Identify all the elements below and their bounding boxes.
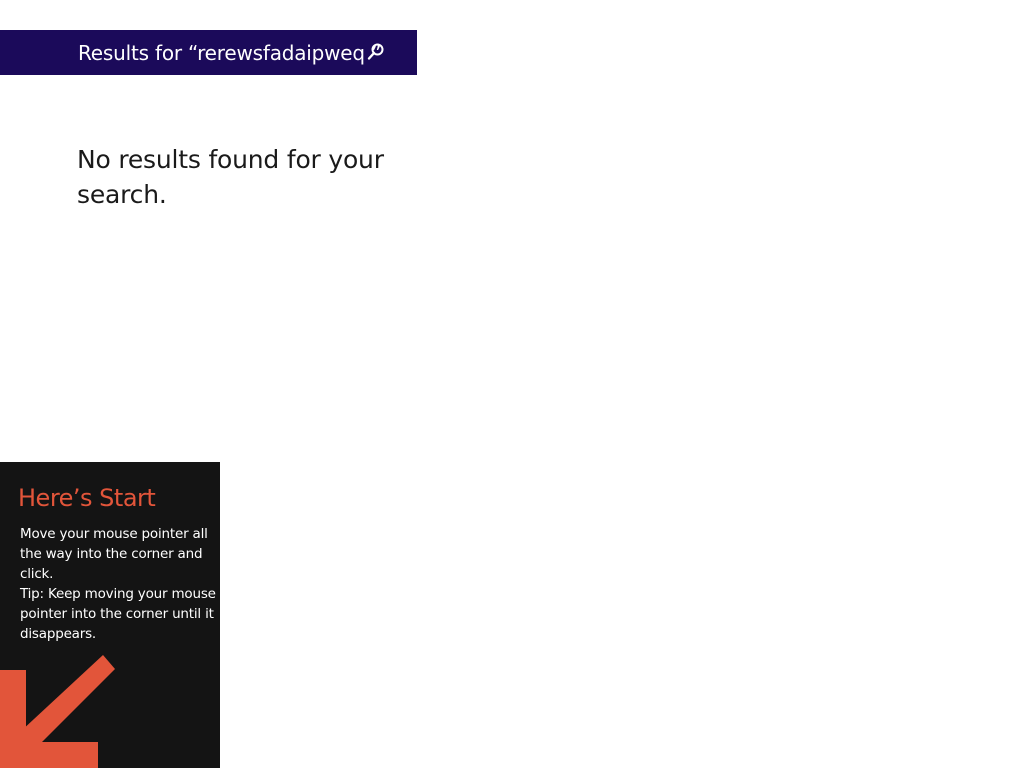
- search-icon[interactable]: [366, 42, 386, 62]
- no-results-message: No results found for your search.: [77, 145, 384, 209]
- start-tip-body: Move your mouse pointer all the way into…: [20, 524, 216, 644]
- search-results-title: Results for “rerewsfadaipweq ”: [78, 40, 382, 65]
- start-tip-panel: Here’s Start Move your mouse pointer all…: [0, 462, 220, 768]
- start-tip-instruction: Move your mouse pointer all the way into…: [20, 526, 208, 582]
- arrow-down-left-icon: [0, 655, 115, 768]
- search-results-header: Results for “rerewsfadaipweq ”: [0, 30, 417, 75]
- start-tip-hint: Tip: Keep moving your mouse pointer into…: [20, 586, 216, 642]
- start-tip-title: Here’s Start: [18, 484, 156, 512]
